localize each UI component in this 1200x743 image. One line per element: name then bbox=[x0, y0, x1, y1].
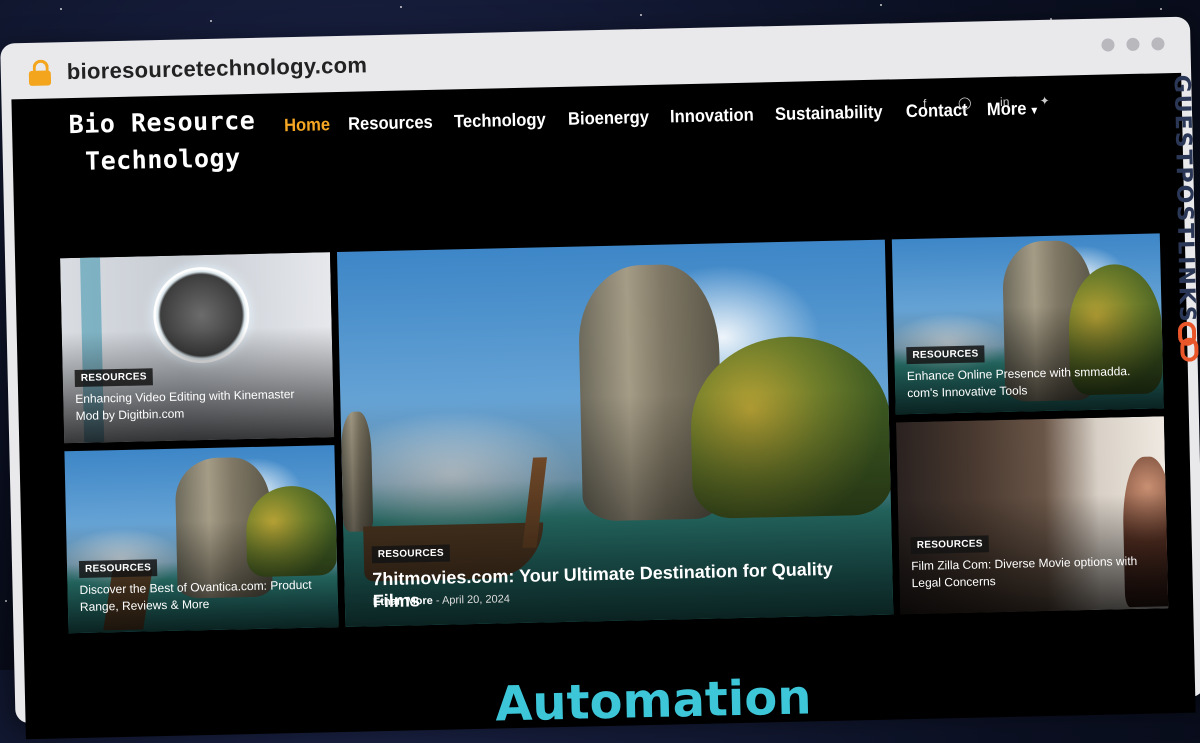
category-badge[interactable]: RESOURCES bbox=[906, 345, 985, 365]
article-title[interactable]: Film Zilla Com: Diverse Movie options wi… bbox=[911, 553, 1152, 592]
article-title[interactable]: Enhance Online Presence with smmadda. co… bbox=[907, 363, 1148, 402]
nav-bioenergy[interactable]: Bioenergy bbox=[568, 107, 649, 130]
author-name[interactable]: Ethan More bbox=[373, 595, 433, 608]
site-logo[interactable]: Bio Resource Technology bbox=[62, 102, 264, 181]
nav-technology[interactable]: Technology bbox=[454, 109, 546, 132]
facebook-icon[interactable]: f bbox=[918, 96, 932, 111]
url-text[interactable]: bioresourcetechnology.com bbox=[67, 52, 368, 85]
article-card[interactable]: RESOURCES Enhancing Video Editing with K… bbox=[60, 252, 335, 444]
window-controls bbox=[1101, 37, 1165, 52]
address-bar[interactable]: bioresourcetechnology.com bbox=[28, 47, 367, 91]
nav-resources[interactable]: Resources bbox=[348, 112, 433, 135]
article-card[interactable]: RESOURCES Enhance Online Presence with s… bbox=[891, 233, 1164, 415]
logo-line-1: Bio Resource bbox=[68, 105, 256, 140]
link-icon bbox=[1177, 321, 1199, 362]
linkedin-icon[interactable]: in bbox=[998, 95, 1012, 109]
window-dot-icon[interactable] bbox=[1126, 37, 1140, 52]
category-badge[interactable]: RESOURCES bbox=[78, 559, 158, 578]
meta-separator: - bbox=[435, 594, 440, 607]
category-badge[interactable]: RESOURCES bbox=[371, 544, 451, 564]
lock-icon bbox=[28, 59, 52, 86]
publish-date: April 20, 2024 bbox=[441, 593, 511, 607]
nav-innovation[interactable]: Innovation bbox=[670, 105, 754, 128]
watermark: GUESTPOSTLINKS bbox=[1161, 75, 1200, 377]
logo-line-2: Technology bbox=[84, 143, 241, 176]
category-badge[interactable]: RESOURCES bbox=[910, 535, 989, 555]
twitter-icon[interactable]: ✦ bbox=[1038, 94, 1052, 108]
browser-window: bioresourcetechnology.com Bio Resource T… bbox=[0, 16, 1200, 743]
website-viewport: Bio Resource Technology Home Resources T… bbox=[11, 72, 1196, 740]
article-title[interactable]: Enhancing Video Editing with Kinemaster … bbox=[75, 385, 321, 425]
browser-frame: bioresourcetechnology.com Bio Resource T… bbox=[0, 16, 1200, 740]
watermark-text: GUESTPOSTLINKS bbox=[1168, 74, 1200, 325]
article-card[interactable]: RESOURCES Film Zilla Com: Diverse Movie … bbox=[895, 416, 1169, 615]
window-dot-icon[interactable] bbox=[1151, 37, 1165, 51]
article-title[interactable]: Discover the Best of Ovantica.com: Produ… bbox=[79, 576, 325, 616]
section-heading: Automation bbox=[494, 669, 813, 733]
nav-sustainability[interactable]: Sustainability bbox=[775, 102, 883, 125]
article-card[interactable]: RESOURCES Discover the Best of Ovantica.… bbox=[64, 445, 339, 634]
window-dot-icon[interactable] bbox=[1101, 38, 1115, 52]
category-badge[interactable]: RESOURCES bbox=[74, 368, 153, 388]
featured-article-card[interactable]: RESOURCES 7hitmovies.com: Your Ultimate … bbox=[336, 239, 894, 627]
instagram-icon[interactable]: ◯ bbox=[958, 96, 972, 110]
nav-home[interactable]: Home bbox=[284, 114, 330, 136]
